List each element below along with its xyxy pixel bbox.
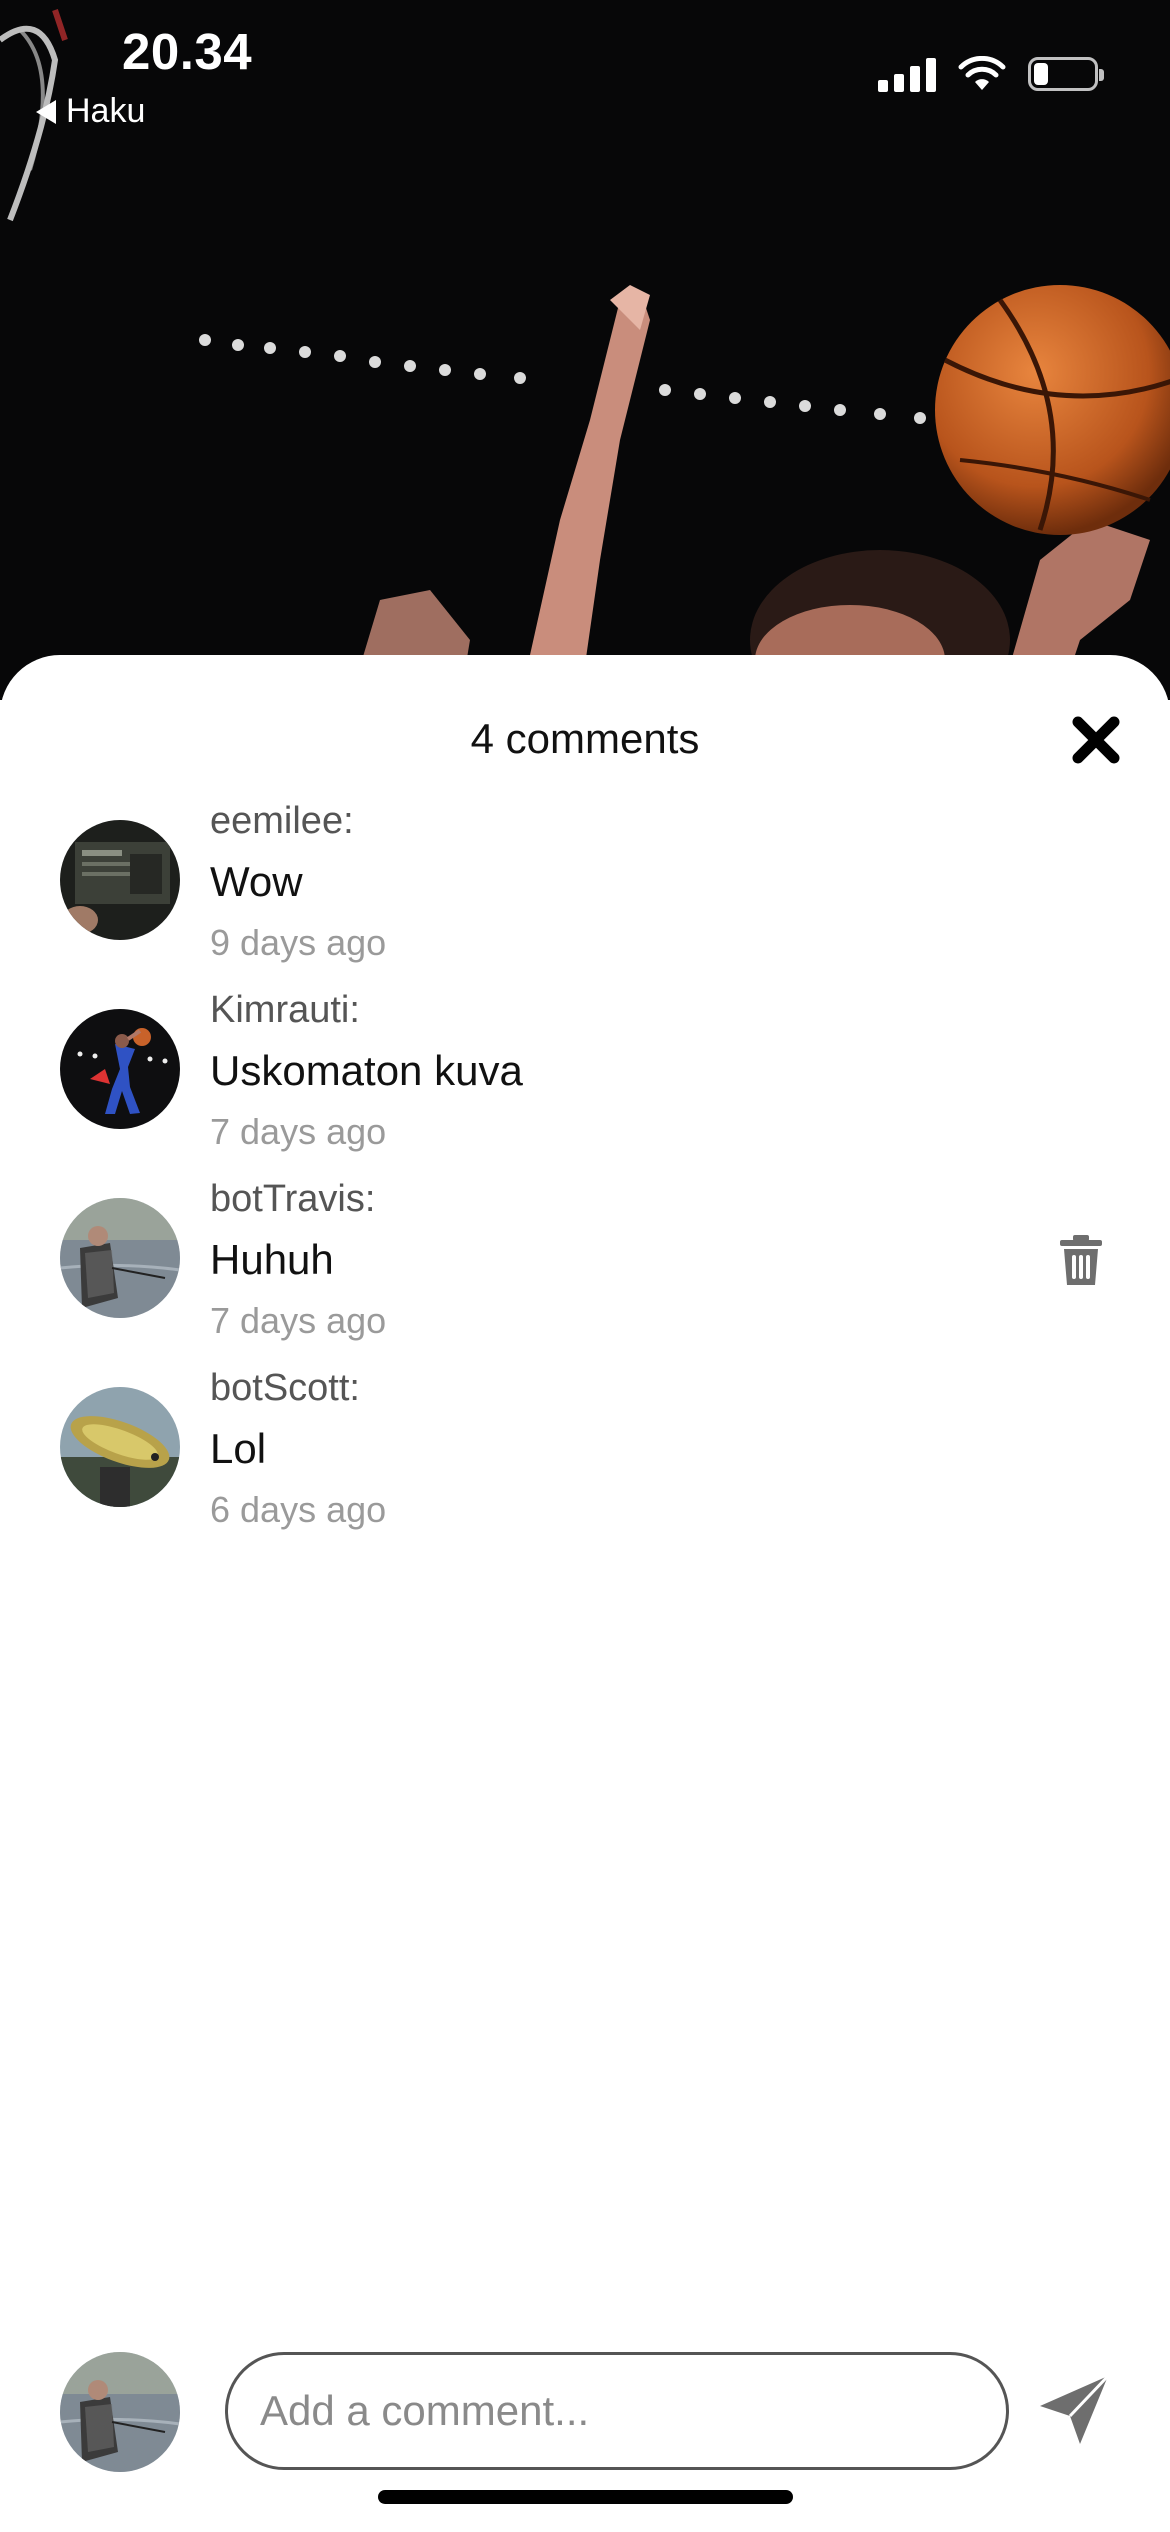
current-user-avatar	[60, 2352, 180, 2472]
battery-icon	[1028, 57, 1104, 91]
comment-author[interactable]: eemilee:	[210, 800, 354, 843]
avatar[interactable]	[60, 820, 180, 940]
send-icon[interactable]	[1036, 2372, 1112, 2448]
comment-author[interactable]: botScott:	[210, 1367, 360, 1410]
home-indicator	[378, 2490, 793, 2504]
comment-author[interactable]: Kimrauti:	[210, 989, 360, 1032]
avatar[interactable]	[60, 1198, 180, 1318]
trash-icon[interactable]	[1058, 1235, 1104, 1287]
status-time: 20.34	[122, 23, 253, 80]
comment-input[interactable]	[225, 2352, 1009, 2470]
comment-item: Kimrauti: Uskomaton kuva 7 days ago	[0, 989, 1170, 1178]
comments-sheet: 4 comments eemilee: Wow 9 days ago Kimra…	[0, 655, 1170, 2532]
avatar-image	[60, 1009, 180, 1129]
comments-title: 4 comments	[470, 715, 700, 762]
avatar[interactable]	[60, 1387, 180, 1507]
comment-text: Lol	[210, 1425, 267, 1472]
comment-item: botScott: Lol 6 days ago	[0, 1367, 1170, 1556]
basketball-photo-art	[0, 0, 1170, 700]
avatar[interactable]	[60, 1009, 180, 1129]
comment-text: Uskomaton kuva	[210, 1047, 523, 1094]
comment-text: Wow	[210, 858, 303, 905]
wifi-icon	[958, 56, 1006, 90]
comment-author[interactable]: botTravis:	[210, 1178, 375, 1221]
avatar-image	[60, 820, 180, 940]
back-arrow-icon	[36, 99, 56, 124]
comment-time: 7 days ago	[210, 1300, 387, 1341]
comment-time: 6 days ago	[210, 1489, 387, 1530]
status-icons	[878, 56, 1104, 92]
cellular-signal-icon	[878, 56, 936, 92]
avatar-image	[60, 1387, 180, 1507]
comment-text: Huhuh	[210, 1236, 334, 1283]
comment-item: botTravis: Huhuh 7 days ago	[0, 1178, 1170, 1367]
comment-time: 9 days ago	[210, 922, 387, 963]
close-icon[interactable]	[1066, 710, 1126, 770]
avatar-image	[60, 1198, 180, 1318]
comment-item: eemilee: Wow 9 days ago	[0, 800, 1170, 989]
back-label: Haku	[66, 92, 146, 130]
comment-time: 7 days ago	[210, 1111, 387, 1152]
post-photo	[0, 0, 1170, 700]
back-button[interactable]: Haku	[36, 92, 145, 131]
avatar-image	[60, 2352, 180, 2472]
